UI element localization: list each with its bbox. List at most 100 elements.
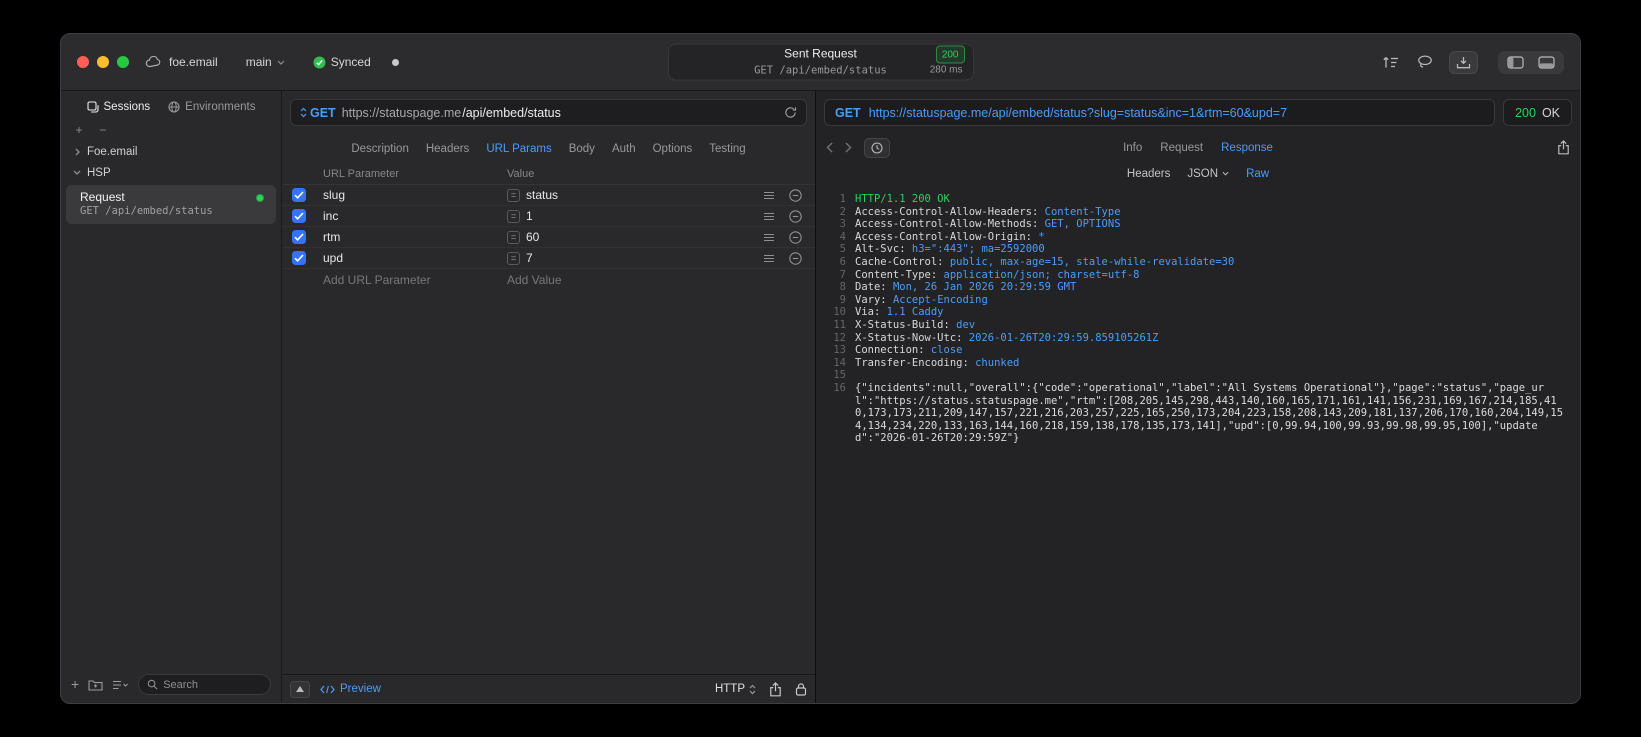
param-value[interactable]: status: [526, 188, 558, 202]
remove-row-icon[interactable]: [781, 230, 809, 244]
new-request-button[interactable]: [71, 676, 79, 694]
reorder-handle-icon[interactable]: [757, 233, 781, 242]
refresh-icon[interactable]: [784, 106, 797, 119]
url-path: /api/embed/status: [462, 105, 561, 120]
sort-lines-icon[interactable]: [1380, 54, 1401, 71]
lasso-icon[interactable]: [1415, 53, 1435, 71]
add-item-button[interactable]: [73, 125, 85, 135]
chevron-right-icon: [73, 148, 81, 156]
tab-url-params[interactable]: URL Params: [486, 143, 551, 155]
chevron-down-icon: [1222, 171, 1229, 176]
sidebar-tabs: Sessions Environments: [61, 91, 281, 123]
param-checkbox[interactable]: [292, 230, 306, 244]
param-checkbox[interactable]: [292, 188, 306, 202]
response-line: 15: [833, 369, 846, 382]
response-line: 13 Connection: close: [833, 344, 963, 357]
expand-panel-icon[interactable]: [290, 680, 310, 698]
reorder-handle-icon[interactable]: [757, 212, 781, 221]
preview-button[interactable]: Preview: [320, 683, 381, 695]
response-status-text: OK: [1541, 105, 1560, 120]
tab-body[interactable]: Body: [569, 143, 595, 155]
column-url-parameter: URL Parameter: [323, 167, 400, 180]
toggle-left-panel-icon[interactable]: [1507, 55, 1524, 69]
response-raw-body[interactable]: 1 HTTP/1.1 200 OK 2 Access-Control-Allow-H…: [816, 186, 1580, 703]
project-name[interactable]: foe.email: [169, 55, 218, 69]
sync-status[interactable]: Synced: [313, 55, 371, 69]
param-add-row[interactable]: Add URL Parameter Add Value: [282, 269, 815, 291]
param-row-upd[interactable]: upd 7: [282, 248, 815, 269]
subtab-raw[interactable]: Raw: [1246, 168, 1269, 180]
add-value-placeholder[interactable]: Add Value: [507, 273, 757, 287]
subtab-headers[interactable]: Headers: [1127, 168, 1170, 180]
minimize-window-button[interactable]: [97, 56, 109, 68]
tab-testing[interactable]: Testing: [709, 143, 745, 155]
request-url-bar[interactable]: GET https://statuspage.me /api/embed/sta…: [290, 99, 807, 126]
reorder-handle-icon[interactable]: [757, 191, 781, 200]
remove-row-icon[interactable]: [781, 188, 809, 202]
request-editor-footer: Preview HTTP: [282, 674, 815, 703]
param-value[interactable]: 60: [526, 230, 539, 244]
param-value[interactable]: 7: [526, 251, 533, 265]
remove-row-icon[interactable]: [781, 209, 809, 223]
remove-row-icon[interactable]: [781, 251, 809, 265]
request-item-subtitle: GET /api/embed/status: [80, 205, 213, 217]
param-row-slug[interactable]: slug status: [282, 185, 815, 206]
toggle-bottom-panel-icon[interactable]: [1538, 55, 1555, 69]
tab-options[interactable]: Options: [653, 143, 693, 155]
sent-request-url[interactable]: GET https://statuspage.me/api/embed/stat…: [824, 99, 1496, 126]
tree-group-label: HSP: [87, 166, 111, 179]
tab-environments[interactable]: Environments: [168, 101, 255, 113]
tab-headers[interactable]: Headers: [426, 143, 469, 155]
param-row-inc[interactable]: inc 1: [282, 206, 815, 227]
import-tray-icon[interactable]: [1449, 50, 1478, 74]
tree-group-foe-email[interactable]: Foe.email: [61, 141, 281, 162]
tab-sessions[interactable]: Sessions: [86, 101, 150, 113]
tab-request[interactable]: Request: [1160, 142, 1203, 154]
branch-selector[interactable]: main: [246, 55, 285, 69]
param-row-rtm[interactable]: rtm 60: [282, 227, 815, 248]
response-top-bar: GET https://statuspage.me/api/embed/stat…: [824, 99, 1572, 126]
code-icon: [320, 685, 335, 694]
search-input[interactable]: [163, 678, 262, 691]
new-folder-icon[interactable]: [88, 679, 103, 691]
traffic-lights: [77, 56, 129, 68]
tab-description[interactable]: Description: [351, 143, 409, 155]
share-icon[interactable]: [769, 681, 782, 697]
tab-environments-label: Environments: [185, 101, 256, 113]
main-content: Sessions Environments Foe.: [61, 91, 1580, 703]
method-selector[interactable]: GET: [300, 106, 336, 120]
history-forward-icon[interactable]: [845, 142, 852, 153]
tree-group-label: Foe.email: [87, 145, 138, 158]
tree-item-request-selected[interactable]: Request GET /api/embed/status: [66, 185, 276, 224]
response-line: 10 Via: 1.1 Caddy: [833, 306, 944, 319]
protocol-selector[interactable]: HTTP: [715, 683, 756, 695]
sidebar-search[interactable]: [138, 674, 271, 695]
history-back-icon[interactable]: [826, 142, 833, 153]
export-share-icon[interactable]: [1557, 140, 1570, 155]
sort-order-icon[interactable]: [112, 680, 129, 690]
unsaved-indicator-dot: [391, 58, 399, 66]
param-key[interactable]: rtm: [323, 230, 507, 244]
tab-info[interactable]: Info: [1123, 142, 1142, 154]
tree-group-hsp[interactable]: HSP: [61, 162, 281, 183]
subtab-json[interactable]: JSON: [1187, 168, 1229, 180]
reorder-handle-icon[interactable]: [757, 254, 781, 263]
param-value[interactable]: 1: [526, 209, 533, 223]
param-key[interactable]: slug: [323, 188, 507, 202]
close-window-button[interactable]: [77, 56, 89, 68]
tab-response[interactable]: Response: [1221, 142, 1273, 154]
zoom-window-button[interactable]: [117, 56, 129, 68]
param-key[interactable]: inc: [323, 209, 507, 223]
history-clock-icon[interactable]: [864, 137, 890, 158]
tab-auth[interactable]: Auth: [612, 143, 636, 155]
param-checkbox[interactable]: [292, 209, 306, 223]
lock-icon[interactable]: [795, 682, 807, 696]
cloud-icon: [145, 56, 162, 68]
sent-request-summary[interactable]: Sent Request 200 GET /api/embed/status 2…: [667, 43, 974, 81]
add-url-parameter-placeholder[interactable]: Add URL Parameter: [323, 273, 507, 287]
param-key[interactable]: upd: [323, 251, 507, 265]
param-checkbox[interactable]: [292, 251, 306, 265]
response-line: 6 Cache-Control: public, max-age=15, stal…: [839, 255, 1235, 268]
search-icon: [147, 679, 158, 690]
remove-item-button[interactable]: [97, 125, 109, 135]
